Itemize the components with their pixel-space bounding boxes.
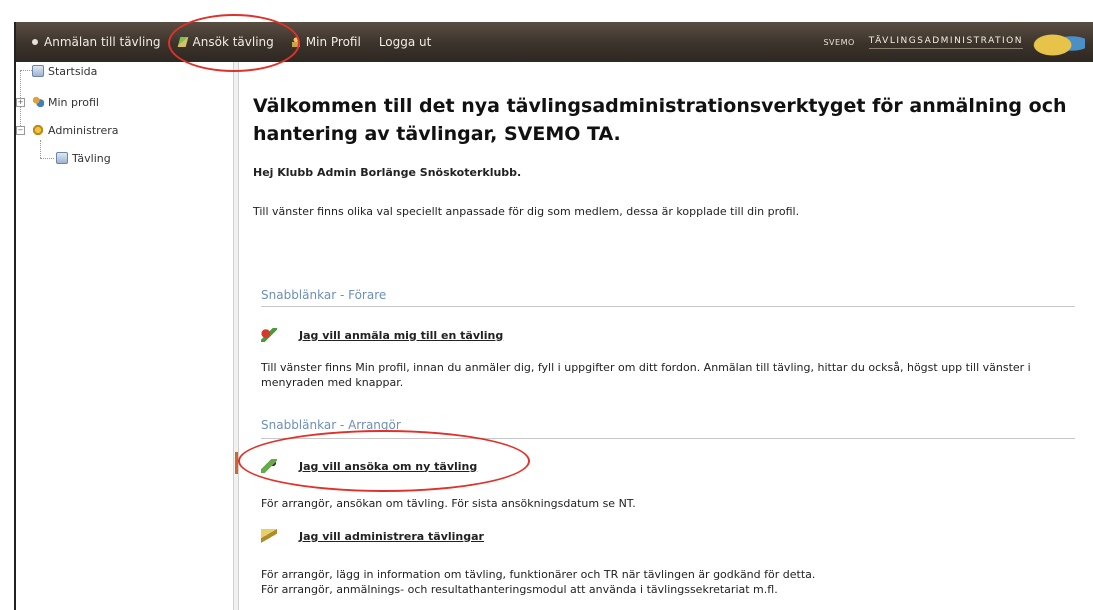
quick-link-description: För arrangör, anmälnings- och resultatha… bbox=[261, 583, 778, 596]
page-margin bbox=[0, 0, 14, 610]
quick-link-description: Till vänster finns Min profil, innan du … bbox=[261, 361, 1031, 389]
tree-connector bbox=[40, 140, 41, 158]
pen-icon bbox=[261, 459, 277, 473]
brand-title: TÄVLINGSADMINISTRATION bbox=[868, 36, 1023, 49]
dot-icon bbox=[32, 39, 38, 45]
splitter-grip[interactable] bbox=[235, 452, 238, 474]
main-content: Välkommen till det nya tävlingsadministr… bbox=[249, 62, 1085, 610]
nav-min-profil[interactable]: Min Profil bbox=[284, 22, 371, 62]
quick-link-ansok-tavling[interactable]: Jag vill ansöka om ny tävling bbox=[261, 459, 477, 473]
quick-link-label[interactable]: Jag vill administrera tävlingar bbox=[299, 530, 484, 543]
nav-ansok-tavling[interactable]: Ansök tävling bbox=[171, 22, 284, 62]
pane-splitter[interactable] bbox=[233, 62, 239, 610]
quick-link-label[interactable]: Jag vill anmäla mig till en tävling bbox=[299, 329, 503, 342]
section-title-arrangor: Snabblänkar - Arrangör bbox=[261, 418, 401, 432]
sidebar-item-label: Tävling bbox=[72, 151, 111, 165]
quick-link-label[interactable]: Jag vill ansöka om ny tävling bbox=[299, 460, 477, 473]
nav-item-label: Anmälan till tävling bbox=[44, 35, 161, 49]
runner-icon bbox=[261, 328, 277, 342]
tree-connector bbox=[20, 70, 32, 71]
nav-anmalan-till-tavling[interactable]: Anmälan till tävling bbox=[24, 22, 171, 62]
sidebar-item-label: Min profil bbox=[48, 95, 99, 109]
sidebar-item-startsida[interactable]: Startsida bbox=[32, 62, 97, 80]
quick-link-description: För arrangör, ansökan om tävling. För si… bbox=[261, 497, 636, 510]
nav-item-label: Ansök tävling bbox=[192, 35, 274, 49]
page-icon bbox=[56, 152, 68, 164]
page-title: Välkommen till det nya tävlingsadministr… bbox=[253, 95, 1067, 145]
nav-item-label: Logga ut bbox=[378, 35, 432, 49]
expand-toggle[interactable]: + bbox=[16, 98, 25, 107]
section-divider bbox=[261, 438, 1075, 439]
nav-logga-ut[interactable]: Logga ut bbox=[371, 22, 442, 62]
sidebar-tree: Startsida + Min profil − Administrera Tä… bbox=[16, 62, 234, 610]
section-divider bbox=[261, 306, 1075, 307]
quick-link-administrera-tavlingar[interactable]: Jag vill administrera tävlingar bbox=[261, 529, 484, 543]
sidebar-item-administrera[interactable]: Administrera bbox=[32, 121, 118, 139]
sidebar-item-tavling[interactable]: Tävling bbox=[56, 149, 111, 167]
section-title-forare: Snabblänkar - Förare bbox=[261, 288, 387, 302]
top-nav-bar: Anmälan till tävling Ansök tävling Min P… bbox=[16, 22, 1093, 62]
collapse-toggle[interactable]: − bbox=[16, 126, 25, 135]
brand-name: SVEMO bbox=[823, 37, 855, 47]
gear-icon bbox=[32, 124, 44, 136]
quick-link-description: För arrangör, lägg in information om täv… bbox=[261, 568, 816, 581]
brand: SVEMO TÄVLINGSADMINISTRATION bbox=[823, 22, 1023, 62]
quick-link-anmal-tavling[interactable]: Jag vill anmäla mig till en tävling bbox=[261, 328, 503, 342]
tree-connector bbox=[40, 158, 54, 159]
greeting-text: Hej Klubb Admin Borlänge Snöskoterklubb. bbox=[253, 166, 522, 179]
intro-text: Till vänster finns olika val speciellt a… bbox=[253, 205, 800, 218]
people-icon bbox=[32, 96, 44, 108]
logo bbox=[1031, 27, 1085, 57]
tools-icon bbox=[261, 529, 277, 543]
pen-icon bbox=[177, 37, 188, 47]
person-icon bbox=[291, 37, 300, 47]
page-icon bbox=[32, 65, 44, 77]
nav-item-label: Min Profil bbox=[305, 35, 361, 49]
sidebar-item-label: Startsida bbox=[48, 64, 98, 78]
sidebar-item-label: Administrera bbox=[48, 123, 119, 137]
sidebar-item-min-profil[interactable]: Min profil bbox=[32, 93, 99, 111]
